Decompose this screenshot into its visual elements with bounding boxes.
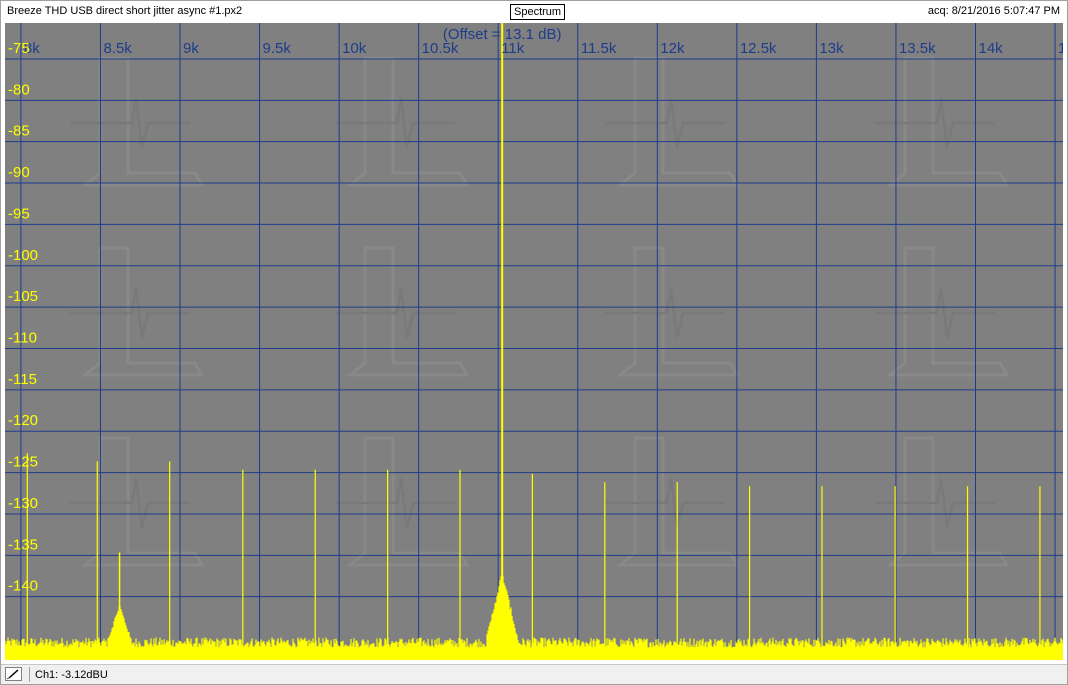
file-title: Breeze THD USB direct short jitter async… — [7, 5, 243, 17]
y-tick-label: -135 — [8, 536, 38, 553]
x-tick-label: 9k — [183, 40, 199, 57]
y-tick-label: -125 — [8, 454, 38, 471]
status-bar: Ch1: -3.12dBU — [1, 664, 1067, 684]
y-tick-label: -100 — [8, 247, 38, 264]
y-tick-label: -115 — [8, 371, 37, 388]
x-tick-label: 9.5k — [263, 40, 292, 57]
acquisition-timestamp: acq: 8/21/2016 5:07:47 PM — [927, 5, 1060, 17]
y-tick-label: -95 — [8, 205, 30, 222]
x-tick-label: 12k — [660, 40, 685, 57]
y-tick-label: -85 — [8, 123, 30, 140]
spectrum-view-button[interactable]: Spectrum — [510, 4, 566, 20]
offset-annotation: (Offset = 13.1 dB) — [443, 26, 562, 43]
spectrum-chart[interactable]: 8k 8.5k 9k 9.5k 10k 10.5k 11k 11.5k 12k 12.5k 13k 1… — [5, 23, 1063, 660]
y-tick-label: -120 — [8, 412, 38, 429]
pen-icon — [6, 669, 19, 680]
x-tick-label: 14.5k — [1058, 40, 1063, 57]
x-tick-label: 12.5k — [740, 40, 777, 57]
channel-readout: Ch1: -3.12dBU — [35, 669, 108, 681]
y-tick-label: -140 — [8, 578, 38, 595]
status-divider — [29, 667, 30, 682]
x-tick-label: 10k — [342, 40, 367, 57]
x-tick-label: 11.5k — [581, 40, 617, 57]
x-tick-label: 14k — [978, 40, 1003, 57]
x-tick-label: 13k — [819, 40, 844, 57]
y-tick-label: -105 — [8, 288, 38, 305]
y-tick-label: -110 — [8, 330, 37, 347]
x-tick-label: 13.5k — [899, 40, 936, 57]
spectrum-plot[interactable]: 8k 8.5k 9k 9.5k 10k 10.5k 11k 11.5k 12k 12.5k 13k 1… — [5, 23, 1063, 660]
y-tick-label: -90 — [8, 164, 30, 181]
title-bar: Breeze THD USB direct short jitter async… — [1, 1, 1067, 21]
cursor-tool-button[interactable] — [5, 667, 22, 681]
y-tick-label: -75 — [8, 40, 30, 57]
y-tick-label: -130 — [8, 495, 38, 512]
x-tick-label: 8.5k — [103, 40, 132, 57]
analyzer-window: Breeze THD USB direct short jitter async… — [0, 0, 1068, 685]
y-tick-label: -80 — [8, 81, 30, 98]
